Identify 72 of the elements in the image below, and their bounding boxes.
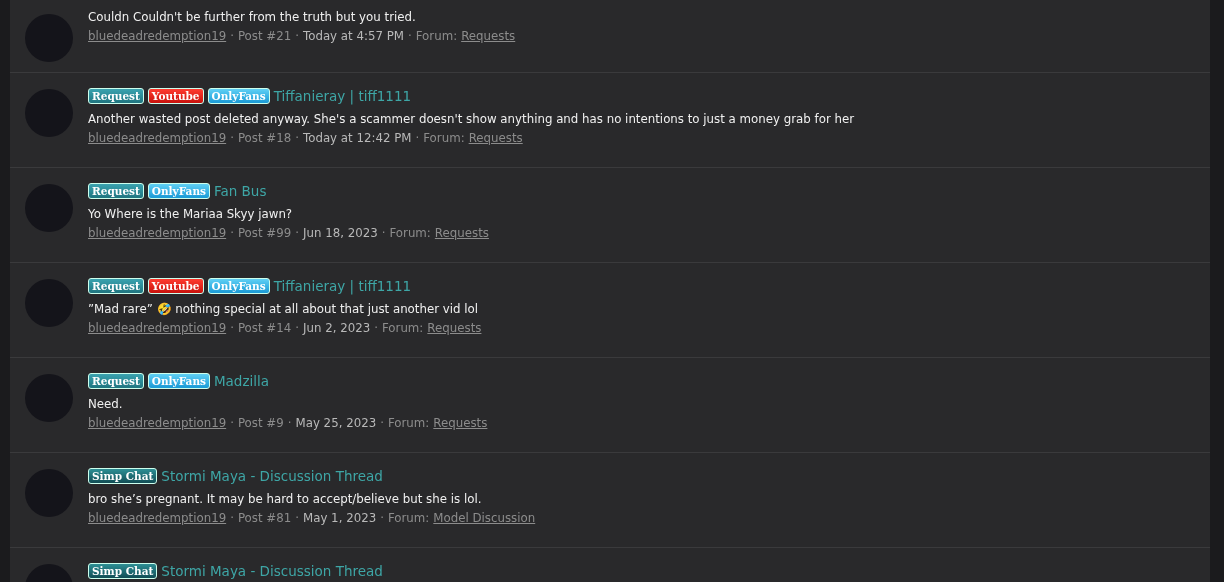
separator-dot: · [295,131,299,145]
separator-dot: · [230,226,234,240]
thread-title-link[interactable]: Tiffanieray | tiff1111 [273,88,412,104]
meta-text: Forum: [387,416,430,430]
forum-link[interactable]: Requests [434,226,489,240]
meta-text: Forum: [381,321,424,335]
prefix-tag: Request [88,183,144,199]
meta-text: Post #18 [237,131,292,145]
prefix-tag: OnlyFans [147,183,210,199]
separator-dot: · [287,416,292,430]
author-link[interactable]: bluedeadredemption19 [88,131,227,145]
prefix-tag: Simp Chat [88,563,158,579]
separator-dot: · [230,416,234,430]
forum-link[interactable]: Model Discussion [433,511,536,525]
separator-dot: · [295,321,299,335]
thread-title-link[interactable]: Stormi Maya - Discussion Thread [161,563,383,579]
meta-text: Post #81 [237,511,292,525]
author-link[interactable]: bluedeadredemption19 [88,226,227,240]
post-date: Jun 18, 2023 [303,226,378,240]
author-link[interactable]: bluedeadredemption19 [88,416,227,430]
prefix-tag: OnlyFans [147,373,210,389]
separator-dot: · [230,131,234,145]
post-date: Today at 4:57 PM [303,29,404,43]
meta-text: Forum: [389,226,431,240]
meta-text: Forum: [423,131,465,145]
post-date: Today at 12:42 PM [303,131,412,145]
post-snippet: Another wasted post deleted anyway. She's a scammer doesn't show anything and has no intentions to just a money grab for her [88,112,855,126]
author-link[interactable]: bluedeadredemption19 [88,511,227,525]
separator-dot: · [230,511,234,525]
author-link[interactable]: bluedeadredemption19 [88,321,227,335]
thread-title-link[interactable]: Madzilla [213,373,270,389]
author-link[interactable]: bluedeadredemption19 [88,29,227,43]
prefix-tag: OnlyFans [207,88,270,104]
thread-title-link[interactable]: Fan Bus [213,183,267,199]
meta-text: Post #99 [237,226,292,240]
separator-dot: · [380,416,384,430]
meta-text: Post #9 [237,416,284,430]
post-snippet: ”Mad rare” 🤣 nothing special at all about that just another vid lol [88,302,480,316]
separator-dot: · [374,321,378,335]
separator-dot: · [230,321,234,335]
post-snippet: bro she’s pregnant. It may be hard to accept/believe but she is lol. [88,492,483,506]
forum-link[interactable]: Requests [433,416,488,430]
post-date: Jun 2, 2023 [303,321,371,335]
separator-dot: · [408,29,412,43]
separator-dot: · [295,511,299,525]
separator-dot: · [380,511,384,525]
meta-text: Forum: [415,29,458,43]
separator-dot: · [230,29,234,43]
forum-link[interactable]: Requests [427,321,482,335]
prefix-tag: Youtube [147,278,204,294]
prefix-tag: Request [88,278,144,294]
separator-dot: · [295,226,299,240]
prefix-tag: Request [88,88,144,104]
thread-title-link[interactable]: Stormi Maya - Discussion Thread [161,468,383,484]
meta-text: Post #14 [237,321,292,335]
post-snippet: Couldn Couldn't be further from the truth but you tried. [88,10,417,24]
separator-dot: · [381,226,386,240]
prefix-tag: Youtube [147,88,204,104]
post-snippet: Yo Where is the Mariaa Skyy jawn? [88,207,294,221]
prefix-tag: Request [88,373,144,389]
separator-dot: · [295,29,299,43]
forum-link[interactable]: Requests [461,29,516,43]
separator-dot: · [415,131,420,145]
meta-text: Forum: [387,511,430,525]
post-date: May 1, 2023 [303,511,377,525]
meta-text: Post #21 [237,29,292,43]
post-snippet: Need. [88,397,124,411]
post-date: May 25, 2023 [295,416,377,430]
thread-title-link[interactable]: Tiffanieray | tiff1111 [273,278,412,294]
prefix-tag: OnlyFans [207,278,270,294]
forum-link[interactable]: Requests [468,131,523,145]
prefix-tag: Simp Chat [88,468,158,484]
